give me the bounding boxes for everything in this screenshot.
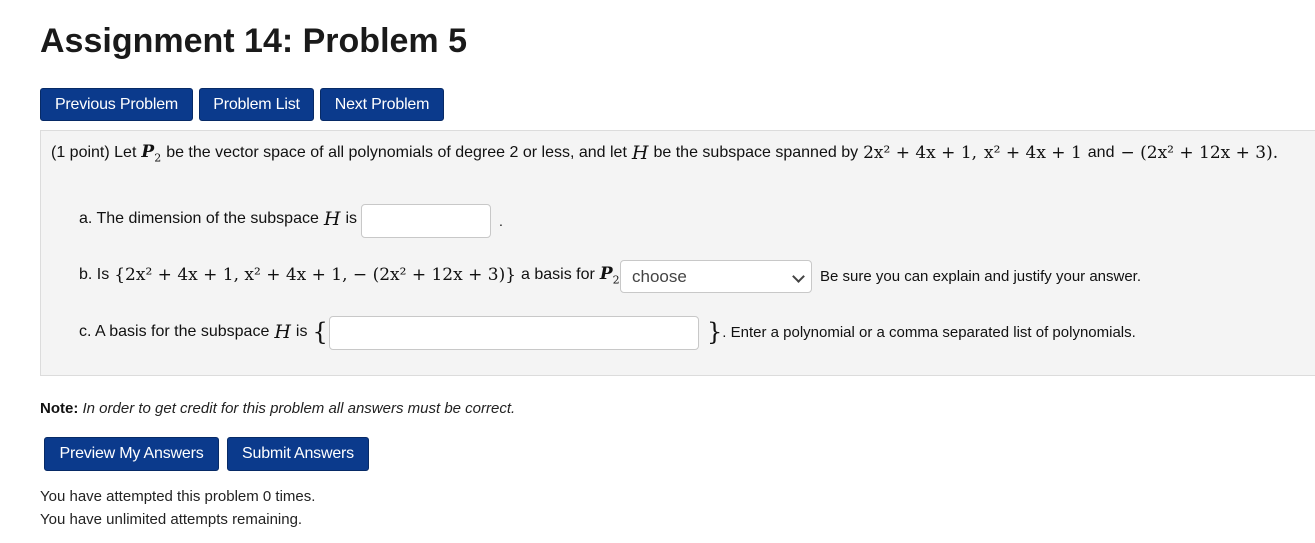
subspace-symbol-a: H (323, 208, 341, 230)
part-b-set: {2x² + 4x + 1, x² + 4x + 1, − (2x² + 12x… (114, 265, 517, 285)
poly-2: x² + 4x + 1 (984, 143, 1082, 163)
basis-select[interactable]: choose (620, 260, 812, 293)
intro-mid: be the vector space of all polynomials o… (166, 144, 627, 161)
part-c-trail: . Enter a polynomial or a comma separate… (722, 323, 1136, 341)
part-a-is: is (345, 210, 357, 227)
space-symbol: P2 (141, 141, 162, 165)
subspace-symbol: H (631, 142, 649, 164)
part-a-trail: . (499, 213, 503, 229)
brace-close: } (707, 318, 723, 346)
preview-answers-button[interactable]: Preview My Answers (44, 437, 219, 471)
poly-1: 2x² + 4x + 1, (863, 143, 978, 163)
and-word: and (1087, 144, 1115, 161)
submit-answers-button[interactable]: Submit Answers (227, 437, 369, 471)
part-b-trail: Be sure you can explain and justify your… (820, 267, 1142, 285)
subspace-symbol-c: H (274, 321, 291, 343)
chevron-down-icon (792, 270, 805, 283)
problem-list-button[interactable]: Problem List (199, 88, 314, 121)
next-problem-button[interactable]: Next Problem (320, 88, 444, 121)
part-a: a. The dimension of the subspace H is (79, 207, 357, 231)
attempts-text: You have attempted this problem 0 times. (40, 488, 316, 505)
part-b: b. Is {2x² + 4x + 1, x² + 4x + 1, − (2x²… (79, 263, 629, 287)
problem-statement: (1 point) Let P2 be the vector space of … (51, 141, 1278, 165)
part-b-mid: a basis for (521, 266, 595, 283)
part-a-label: a. The dimension of the subspace (79, 210, 319, 227)
poly-3: − (2x² + 12x + 3). (1120, 143, 1279, 163)
brace-open: { (312, 318, 328, 346)
problem-panel: (1 point) Let P2 be the vector space of … (40, 130, 1315, 376)
part-b-label: b. Is (79, 266, 110, 283)
intro-prefix: (1 point) Let (51, 144, 137, 161)
previous-problem-button[interactable]: Previous Problem (40, 88, 193, 121)
part-c-tail: } . Enter a polynomial or a comma separa… (707, 319, 1136, 345)
space-symbol-b: P2 (599, 263, 620, 287)
note-label: Note: (40, 400, 79, 417)
note-text: In order to get credit for this problem … (82, 400, 516, 417)
basis-input[interactable] (329, 316, 699, 350)
basis-select-value: choose (632, 266, 687, 286)
dimension-input[interactable] (361, 204, 491, 238)
note: Note: In order to get credit for this pr… (40, 400, 515, 417)
page-title: Assignment 14: Problem 5 (40, 22, 468, 60)
remaining-text: You have unlimited attempts remaining. (40, 511, 303, 528)
part-c: c. A basis for the subspace H is { (79, 319, 328, 345)
part-c-is: is (295, 323, 308, 340)
part-c-label: c. A basis for the subspace (79, 323, 270, 340)
intro-mid2: be the subspace spanned by (653, 144, 859, 161)
